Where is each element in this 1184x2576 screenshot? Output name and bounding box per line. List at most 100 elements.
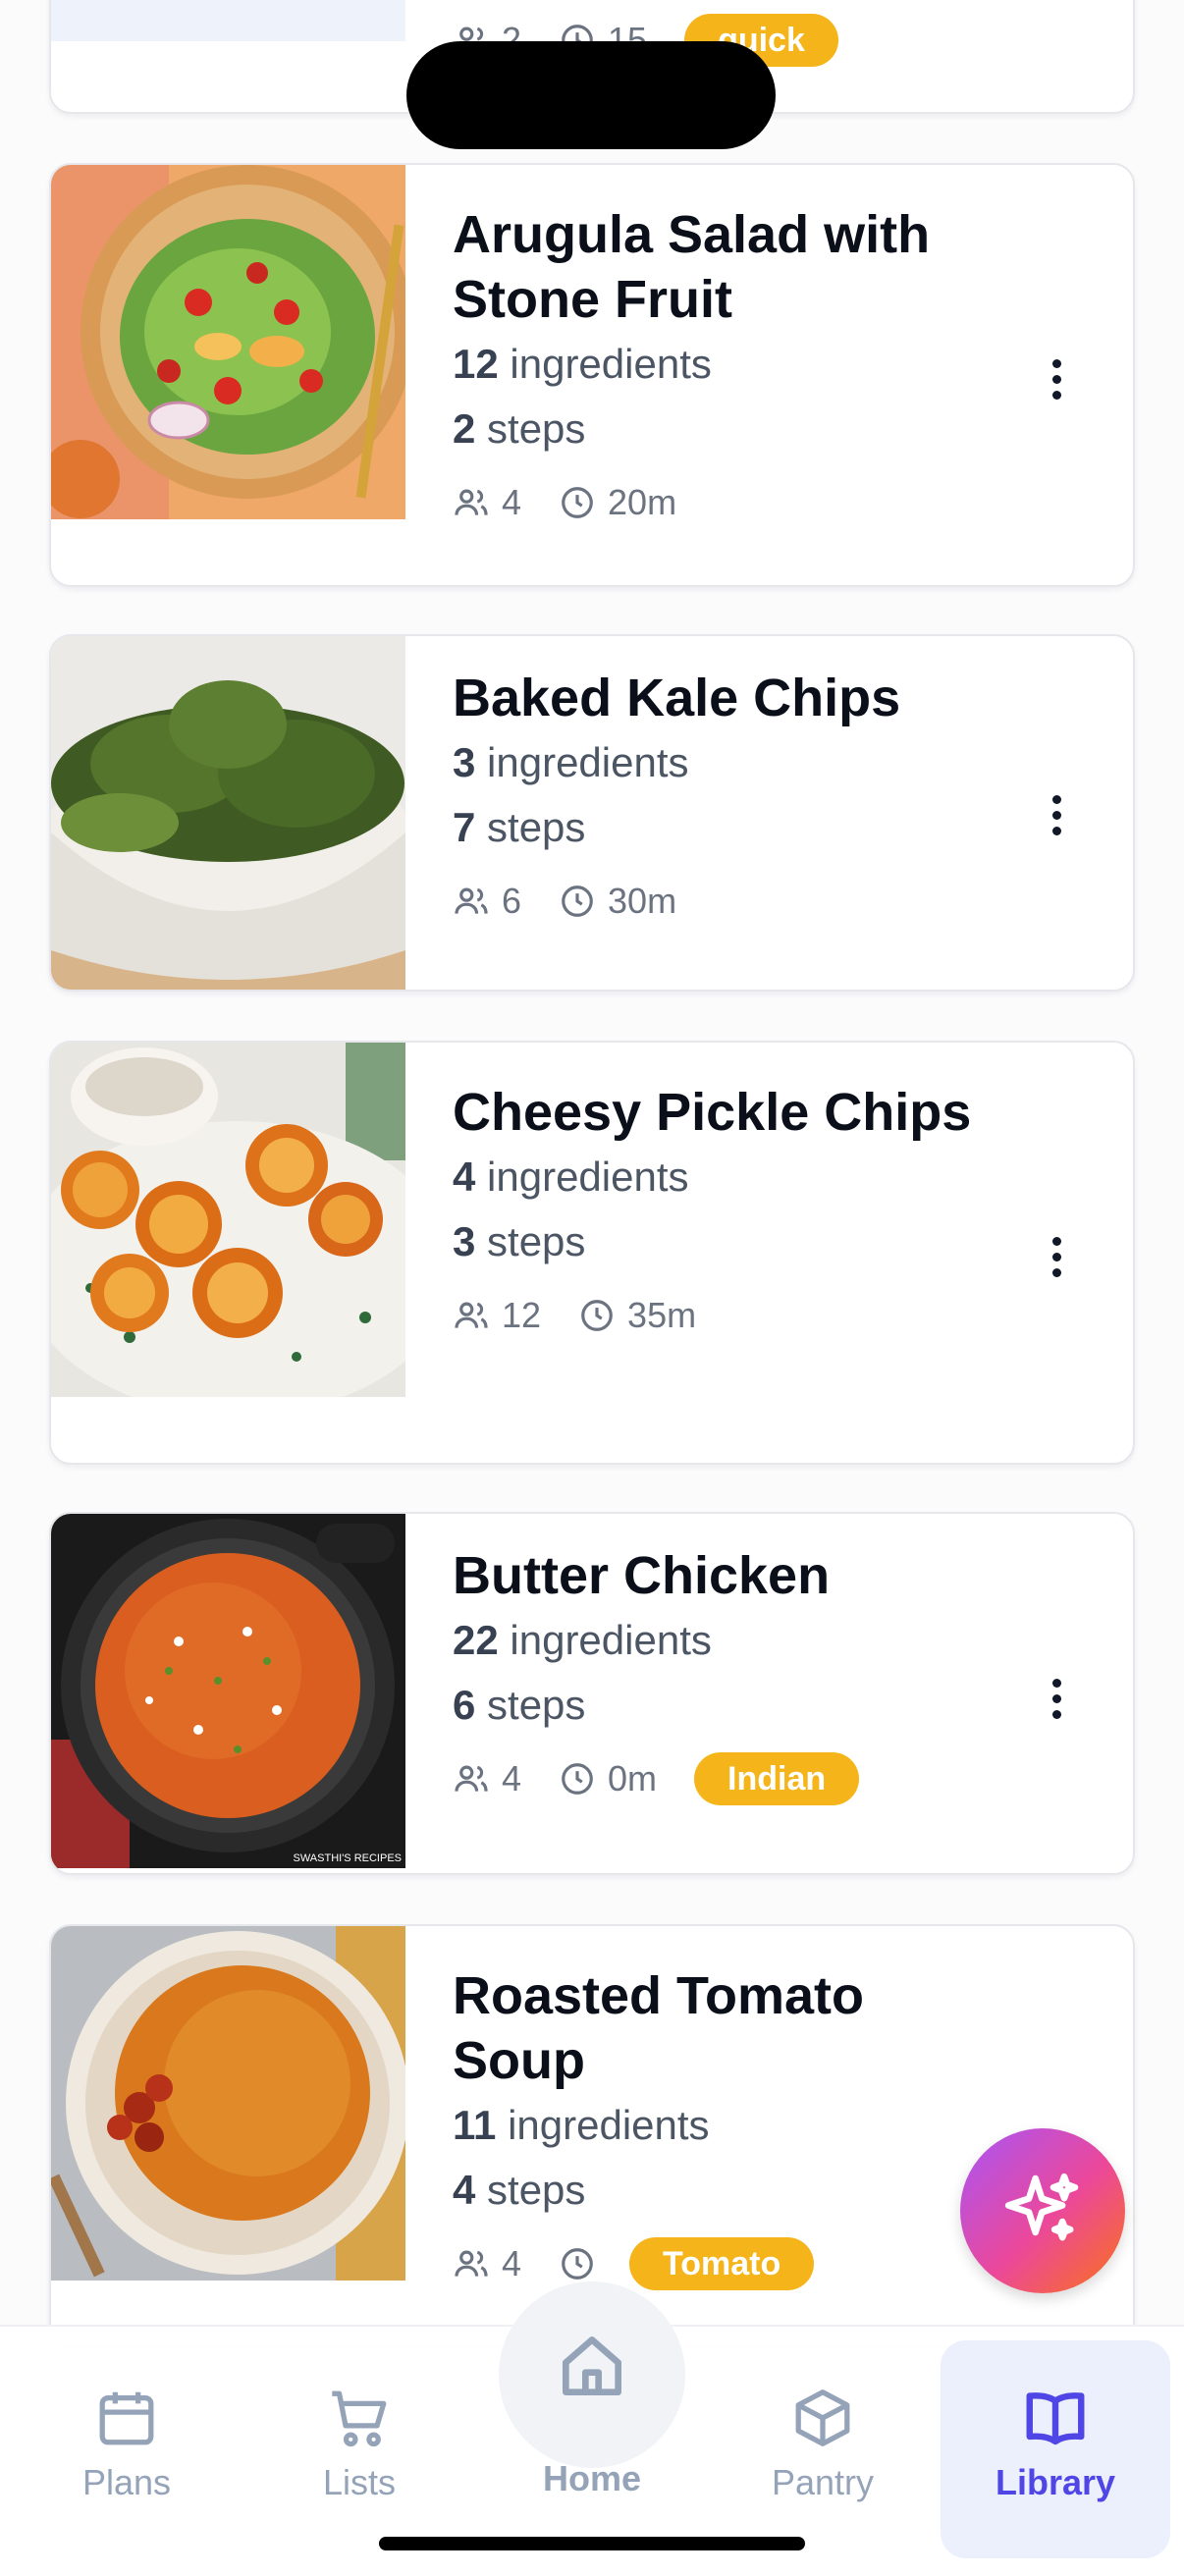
servings-stat: 4 [453,1758,521,1799]
time-value: 0m [608,1758,658,1798]
time-value: 20m [608,482,677,522]
people-icon [455,2250,488,2277]
people-icon [455,1765,488,1792]
nav-pantry[interactable]: Pantry [729,2384,916,2503]
nav-library[interactable]: Library [962,2384,1149,2503]
steps-number: 7 [453,804,476,850]
nav-plans[interactable]: Plans [33,2384,220,2503]
ai-sparkle-button[interactable] [960,2128,1125,2293]
kebab-menu-icon[interactable] [1049,359,1064,406]
ingredients-count: 22 ingredients [453,1608,983,1673]
servings-value: 4 [502,1758,522,1798]
shopping-cart-icon [332,2390,387,2447]
time-value: 35m [627,1295,697,1335]
ingredients-label: ingredients [510,341,712,387]
steps-label: steps [487,804,586,850]
recipe-title: Roasted Tomato Soup [453,1966,865,2090]
recipe-title: Arugula Salad with Stone Fruit [453,205,931,329]
recipe-image [51,636,405,990]
recipe-image [51,1926,405,2281]
kebab-menu-icon[interactable] [1049,1237,1064,1284]
home-indicator [379,2537,805,2550]
ingredients-label: ingredients [510,1617,712,1663]
steps-label: steps [487,2167,586,2213]
servings-stat: 12 [453,1295,541,1336]
ingredients-count: 4 ingredients [453,1145,983,1209]
calendar-icon [99,2391,154,2445]
recipe-stats: 4 0m Indian [453,1751,983,1806]
recipe-stats: 4 Tomato [453,2236,983,2291]
ingredients-number: 12 [453,341,499,387]
book-open-icon [1026,2392,1085,2445]
recipe-image [51,165,405,519]
nav-plans-label: Plans [81,2462,172,2502]
recipe-card[interactable]: Arugula Salad with Stone Fruit 12 ingred… [49,163,1135,587]
steps-count: 2 steps [453,397,983,461]
clock-icon [581,1300,613,1331]
ingredients-number: 11 [453,2102,497,2148]
ingredients-count: 12 ingredients [453,332,983,397]
servings-value: 4 [502,482,522,522]
steps-count: 6 steps [453,1673,983,1738]
image-watermark: SWASTHI'S RECIPES [293,1852,403,1864]
time-stat [559,2245,608,2282]
recipe-stats: 4 20m [453,475,983,530]
servings-value: 12 [502,1295,542,1335]
clock-icon [562,1763,593,1795]
recipe-card[interactable]: SWASTHI'S RECIPES Butter Chicken 22 ingr… [49,1512,1135,1875]
steps-label: steps [487,1218,586,1264]
time-stat: 30m [559,881,676,922]
time-stat: 35m [578,1295,696,1336]
kebab-menu-icon[interactable] [1049,1679,1064,1726]
clock-icon [562,886,593,917]
steps-number: 2 [453,405,476,452]
sparkle-icon [1004,2173,1079,2241]
steps-number: 6 [453,1682,476,1728]
servings-value: 4 [502,2243,522,2283]
ingredients-number: 3 [453,739,476,785]
time-value: 30m [608,881,677,921]
people-icon [455,1302,488,1328]
steps-number: 3 [453,1218,476,1264]
clock-icon [562,2248,593,2280]
ingredients-label: ingredients [487,1154,689,1200]
recipe-tag[interactable]: Tomato [629,2237,815,2290]
recipe-image [51,1043,405,1397]
ingredients-number: 22 [453,1617,499,1663]
recipe-card[interactable]: Cheesy Pickle Chips 4 ingredients 3 step… [49,1041,1135,1465]
steps-count: 3 steps [453,1209,983,1274]
steps-count: 7 steps [453,795,983,860]
nav-home-label: Home [542,2458,642,2498]
ingredients-count: 11 ingredients [453,2093,983,2158]
servings-stat: 4 [453,2243,521,2284]
recipe-tag[interactable]: Indian [694,1752,860,1805]
servings-stat: 4 [453,482,521,523]
ingredients-label: ingredients [487,739,689,785]
people-icon [455,887,488,914]
recipe-title: Baked Kale Chips [453,669,901,727]
ingredients-count: 3 ingredients [453,730,983,795]
recipe-stats: 12 35m [453,1288,983,1343]
recipe-stats: 6 30m [453,874,983,929]
recipe-image [51,0,405,41]
steps-label: steps [487,1682,586,1728]
servings-stat: 6 [453,881,521,922]
nav-home[interactable]: Home [499,2327,685,2499]
time-stat: 20m [559,482,676,523]
recipe-title: Cheesy Pickle Chips [453,1083,972,1142]
nav-library-label: Library [995,2462,1116,2502]
time-stat: 0m [559,1758,657,1799]
kebab-menu-icon[interactable] [1049,795,1064,842]
steps-count: 4 steps [453,2158,983,2223]
nav-pantry-label: Pantry [771,2462,875,2502]
box-icon [795,2389,850,2446]
ingredients-number: 4 [453,1154,476,1200]
ingredients-label: ingredients [508,2102,710,2148]
recipe-image: SWASTHI'S RECIPES [51,1514,405,1868]
servings-value: 6 [502,881,522,921]
steps-number: 4 [453,2167,476,2213]
recipe-title: Butter Chicken [453,1546,831,1605]
recipe-card[interactable]: Baked Kale Chips 3 ingredients 7 steps 6… [49,634,1135,992]
nav-lists[interactable]: Lists [266,2384,453,2503]
clock-icon [562,487,593,518]
